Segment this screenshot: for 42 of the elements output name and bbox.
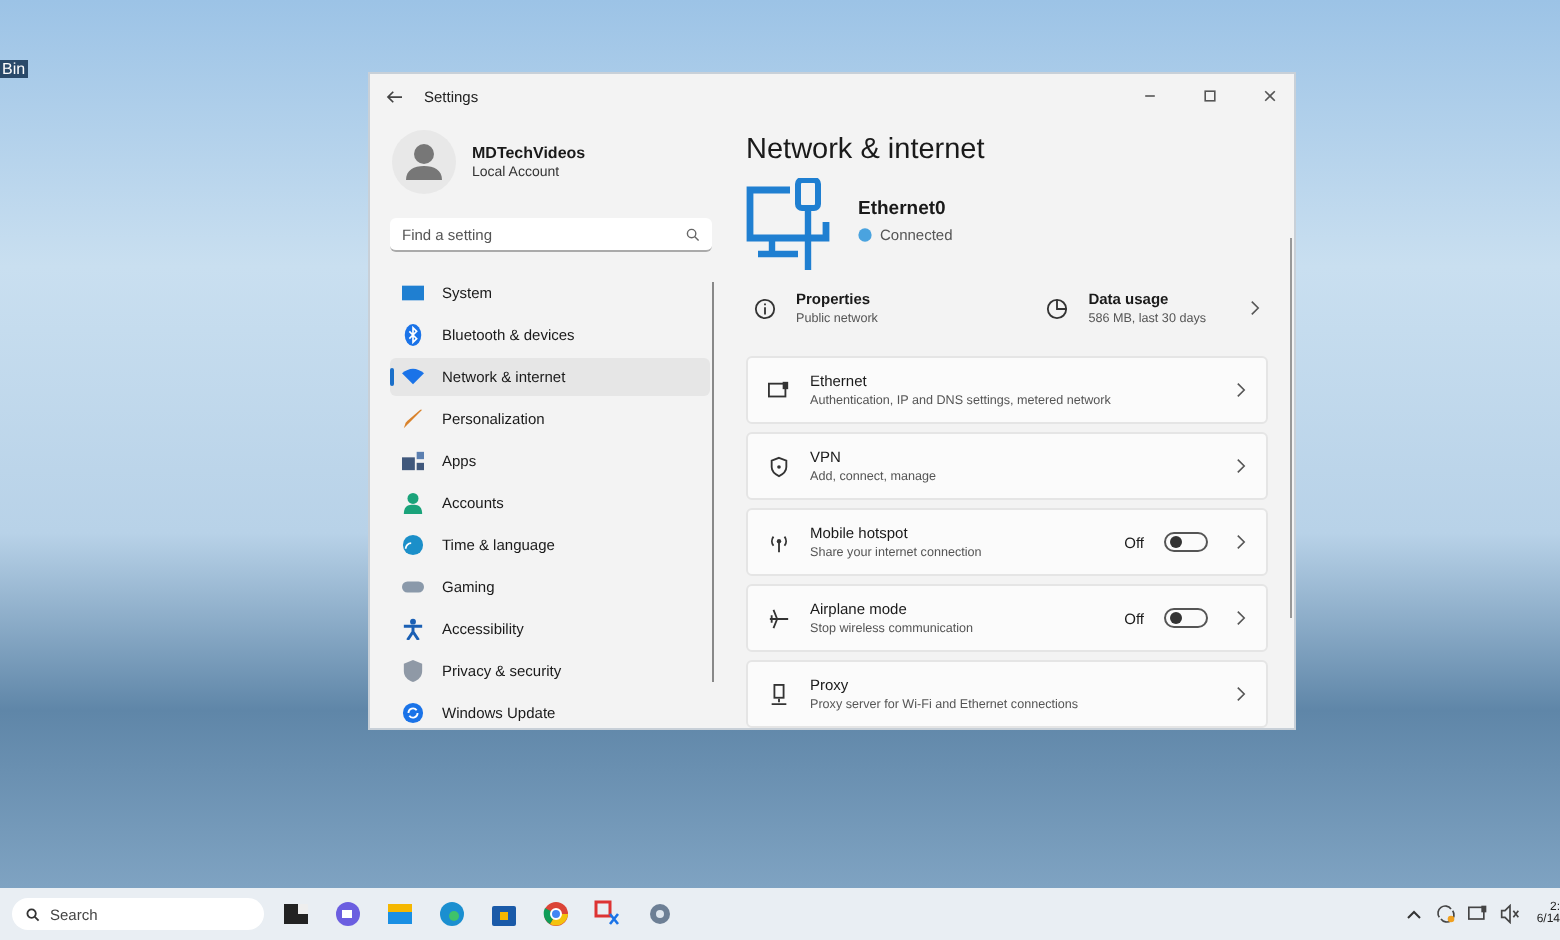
update-icon	[402, 702, 424, 724]
shield-icon	[402, 660, 424, 682]
chat-icon[interactable]	[332, 898, 364, 930]
browser-icon[interactable]	[436, 898, 468, 930]
snip-icon[interactable]	[592, 898, 624, 930]
page-title: Network & internet	[746, 132, 987, 170]
apps-icon	[402, 450, 424, 472]
search-icon	[26, 907, 40, 921]
chevron-right-icon	[1236, 534, 1246, 550]
chevron-right-icon	[1236, 382, 1246, 398]
folder-icon[interactable]	[384, 898, 416, 930]
sync-icon[interactable]	[1436, 904, 1456, 924]
desktop-icon-label[interactable]: Bin	[0, 60, 28, 78]
maximize-icon[interactable]	[1202, 88, 1218, 104]
bluetooth-icon	[402, 324, 424, 346]
toggle-switch[interactable]	[1164, 532, 1208, 552]
chevron-right-icon	[1236, 686, 1246, 702]
person-icon	[402, 492, 424, 514]
account-name: MDTechVideos	[472, 144, 586, 162]
ethernet-computer-icon	[746, 178, 830, 275]
back-arrow-icon[interactable]	[386, 89, 404, 103]
toggle-switch[interactable]	[1164, 608, 1208, 628]
monitor-small-icon	[768, 379, 790, 401]
network-monitor-icon[interactable]	[1468, 904, 1488, 924]
chrome-icon[interactable]	[540, 898, 572, 930]
speaker-muted-icon[interactable]	[1500, 904, 1520, 924]
wifi-icon	[402, 366, 424, 388]
pie-chart-icon	[1046, 297, 1069, 320]
chevron-right-icon	[1236, 610, 1246, 626]
info-icon	[754, 297, 776, 320]
avatar-silhouette	[392, 130, 456, 194]
chevron-right-icon	[1236, 458, 1246, 474]
chevron-right-icon	[1250, 300, 1260, 317]
airplane-icon	[768, 607, 790, 629]
window-icon[interactable]	[280, 898, 312, 930]
hotspot-icon	[768, 531, 790, 553]
search-icon	[686, 228, 700, 242]
proxy-icon	[768, 683, 790, 705]
shield-small-icon	[768, 455, 790, 477]
adapter-name: Ethernet0	[858, 197, 948, 220]
close-icon[interactable]	[1262, 88, 1278, 104]
accessibility-icon	[402, 618, 424, 640]
